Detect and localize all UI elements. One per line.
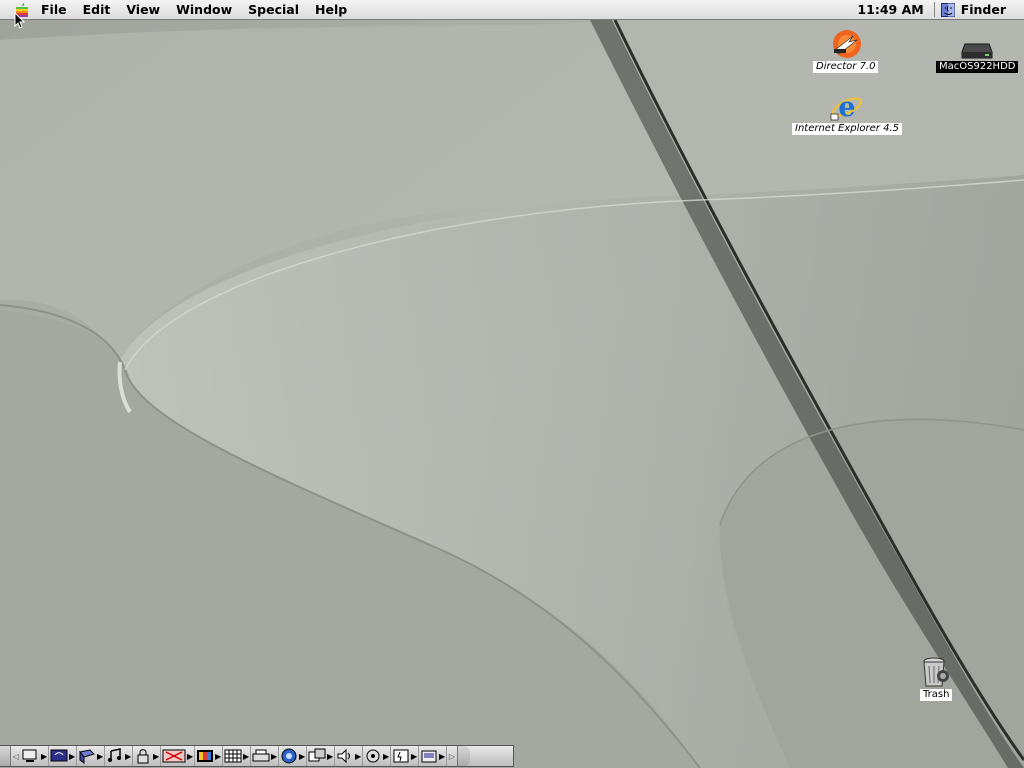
web-sharing-icon	[308, 748, 326, 762]
module-arrow: ▶	[69, 751, 76, 761]
menu-file[interactable]: File	[33, 0, 75, 19]
control-strip: ◁ ▶ ▶ ▶ ▶ ▶ ▶ ▶ ▶ ▶ ▶ ▶ ▶ ▶ ▶ ▶ ▷	[0, 745, 514, 767]
control-strip-module-web-sharing[interactable]: ▶	[307, 746, 335, 766]
audio-cd-icon	[108, 748, 121, 762]
hard-disk-desktop-icon[interactable]: MacOS922HDD	[936, 40, 1019, 73]
module-arrow: ▶	[299, 751, 306, 761]
director-icon	[832, 30, 861, 58]
energy-saver-icon	[393, 749, 409, 763]
remote-access-icon	[79, 749, 95, 764]
control-strip-module-quicktime[interactable]: ▶	[279, 746, 307, 766]
control-strip-module-resolution[interactable]: ▶	[223, 746, 251, 766]
module-arrow: ▶	[383, 751, 390, 761]
control-strip-module-sound-volume[interactable]: ▶	[335, 746, 363, 766]
monitor-bit-depth-icon	[50, 749, 68, 762]
internet-explorer-desktop-icon[interactable]: e Internet Explorer 4.5	[792, 92, 902, 135]
control-strip-module-printer[interactable]: ▶	[251, 746, 279, 766]
internet-explorer-icon: e	[830, 92, 862, 122]
control-strip-module-monitor-colors[interactable]: ▶	[195, 746, 223, 766]
control-strip-module-hard-disk-spindown[interactable]: ▶	[419, 746, 447, 766]
control-strip-module-appletalk[interactable]: ▶	[21, 746, 49, 766]
speech-icon	[366, 749, 380, 763]
appletalk-icon	[22, 749, 37, 762]
active-app-name: Finder	[960, 2, 1006, 17]
module-arrow: ▶	[355, 751, 362, 761]
quicktime-icon	[281, 748, 297, 764]
module-arrow: ▶	[125, 751, 132, 761]
module-arrow: ▶	[97, 751, 104, 761]
module-arrow: ▶	[153, 751, 160, 761]
trash-desktop-icon[interactable]: Trash	[920, 656, 953, 701]
internet-explorer-label: Internet Explorer 4.5	[792, 123, 902, 135]
hard-disk-icon	[961, 43, 993, 59]
control-strip-module-audio-cd[interactable]: ▶	[105, 746, 133, 766]
keychain-icon	[137, 749, 149, 764]
printer-icon	[252, 749, 270, 762]
control-strip-module-speech[interactable]: ▶	[363, 746, 391, 766]
control-strip-scroll-right[interactable]: ▷	[447, 746, 457, 766]
sound-volume-icon	[337, 748, 350, 764]
application-menu[interactable]: Finder	[935, 0, 1024, 19]
menu-clock[interactable]: 11:49 AM	[847, 0, 933, 19]
finder-icon	[940, 2, 955, 17]
control-strip-scroll-left[interactable]: ◁	[11, 746, 21, 766]
menu-edit[interactable]: Edit	[75, 0, 119, 19]
module-arrow: ▶	[271, 751, 278, 761]
menu-window[interactable]: Window	[168, 0, 240, 19]
director-label: Director 7.0	[813, 61, 879, 73]
svg-text:e: e	[838, 92, 855, 122]
module-arrow: ▶	[243, 751, 250, 761]
menu-help[interactable]: Help	[307, 0, 355, 19]
mouse-cursor-icon	[14, 12, 26, 29]
hard-disk-spindown-icon	[421, 750, 437, 763]
location-manager-icon	[162, 749, 186, 763]
monitor-colors-icon	[197, 750, 213, 762]
menu-special[interactable]: Special	[240, 0, 307, 19]
module-arrow: ▶	[411, 751, 418, 761]
control-strip-module-keychain[interactable]: ▶	[133, 746, 161, 766]
module-arrow: ▶	[41, 751, 48, 761]
trash-icon	[923, 657, 950, 687]
hard-disk-label: MacOS922HDD	[936, 61, 1019, 73]
module-arrow: ▶	[439, 751, 446, 761]
module-arrow: ▶	[215, 751, 222, 761]
director-desktop-icon[interactable]: Director 7.0	[813, 28, 879, 73]
control-strip-collapse-tab[interactable]	[0, 746, 11, 766]
control-strip-module-remote-access[interactable]: ▶	[77, 746, 105, 766]
control-strip-resize-tab[interactable]	[457, 746, 470, 766]
menu-view[interactable]: View	[118, 0, 168, 19]
trash-label: Trash	[920, 689, 953, 701]
control-strip-module-monitor-bit-depth[interactable]: ▶	[49, 746, 77, 766]
module-arrow: ▶	[327, 751, 334, 761]
control-strip-module-location-manager[interactable]: ▶	[161, 746, 195, 766]
resolution-icon	[224, 749, 242, 763]
menu-bar: File Edit View Window Special Help 11:49…	[0, 0, 1024, 20]
module-arrow: ▶	[187, 751, 194, 761]
control-strip-module-energy-saver[interactable]: ▶	[391, 746, 419, 766]
